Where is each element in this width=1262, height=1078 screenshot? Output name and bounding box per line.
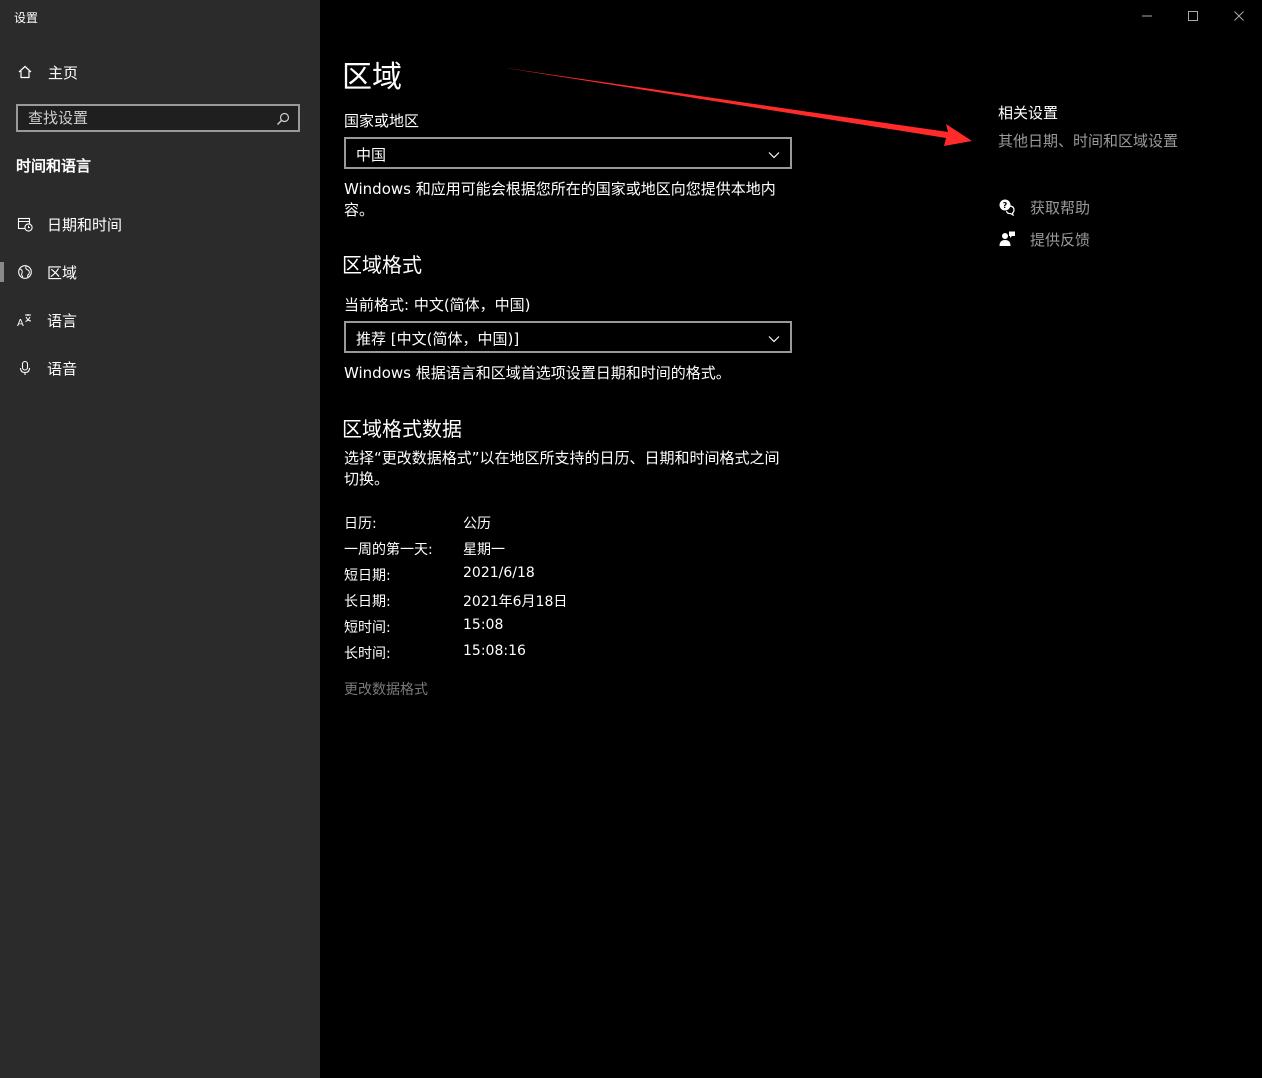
sidebar-item-label: 语音 [47, 359, 78, 378]
search-icon[interactable] [276, 111, 290, 125]
region-format-dropdown[interactable]: 推荐 [中文(简体，中国)] [344, 321, 792, 353]
search-box[interactable] [16, 104, 300, 132]
format-data-value: 2021年6月18日 [463, 594, 568, 610]
sidebar-item-label: 主页 [48, 63, 79, 82]
region-format-heading: 区域格式 [342, 253, 422, 277]
format-data-label: 长日期: [344, 594, 391, 610]
sidebar-item-home[interactable]: 主页 [0, 52, 320, 92]
current-format-label: 当前格式: 中文(简体，中国) [344, 296, 531, 314]
svg-text:A: A [17, 318, 24, 328]
main-content: 区域 国家或地区 中国 Windows 和应用可能会根据您所在的国家或地区向您提… [320, 0, 1262, 1078]
region-format-value: 推荐 [中文(简体，中国)] [356, 330, 520, 348]
format-data-value: 15:08 [463, 617, 504, 633]
region-format-description: Windows 根据语言和区域首选项设置日期和时间的格式。 [344, 364, 731, 382]
give-feedback-label: 提供反馈 [1030, 230, 1091, 249]
app-title: 设置 [14, 11, 39, 25]
home-icon [17, 64, 33, 80]
svg-text:?: ? [1003, 201, 1008, 210]
change-data-format-link[interactable]: 更改数据格式 [344, 679, 428, 699]
search-input[interactable] [18, 106, 288, 130]
additional-date-time-region-link[interactable]: 其他日期、时间和区域设置 [998, 130, 1178, 151]
format-data-value: 15:08:16 [463, 643, 526, 659]
format-data-heading: 区域格式数据 [342, 417, 462, 441]
format-data-label: 一周的第一天: [344, 542, 433, 558]
get-help-link[interactable]: ? 获取帮助 [998, 195, 1090, 219]
format-data-label: 日历: [344, 516, 377, 532]
language-icon: A [17, 312, 33, 328]
country-dropdown[interactable]: 中国 [344, 137, 792, 169]
country-value: 中国 [356, 146, 387, 164]
sidebar-item-date-time[interactable]: 日期和时间 [0, 204, 320, 244]
sidebar-item-label: 区域 [47, 263, 78, 282]
related-settings-title: 相关设置 [998, 104, 1059, 122]
format-data-label: 长时间: [344, 646, 391, 662]
feedback-icon [998, 230, 1016, 248]
globe-icon [17, 264, 33, 280]
sidebar-item-region[interactable]: 区域 [0, 252, 320, 292]
sidebar-item-language[interactable]: A 语言 [0, 300, 320, 340]
format-data-description: 选择“更改数据格式”以在地区所支持的日历、日期和时间格式之间切换。 [344, 449, 780, 488]
country-label: 国家或地区 [344, 112, 420, 130]
format-data-value: 2021/6/18 [463, 565, 535, 581]
give-feedback-link[interactable]: 提供反馈 [998, 227, 1090, 251]
country-description: Windows 和应用可能会根据您所在的国家或地区向您提供本地内容。 [344, 180, 776, 219]
help-chat-icon: ? [998, 198, 1016, 216]
sidebar-item-speech[interactable]: 语音 [0, 348, 320, 388]
chevron-down-icon [768, 147, 780, 159]
page-title: 区域 [342, 60, 402, 95]
microphone-icon [17, 360, 33, 376]
calendar-clock-icon [17, 216, 33, 232]
chevron-down-icon [768, 331, 780, 343]
sidebar-item-label: 日期和时间 [47, 215, 123, 234]
format-data-label: 短时间: [344, 620, 391, 636]
sidebar-item-label: 语言 [47, 311, 78, 330]
format-data-value: 星期一 [463, 542, 505, 558]
format-data-value: 公历 [463, 516, 491, 532]
get-help-label: 获取帮助 [1030, 198, 1091, 217]
sidebar: 设置 主页 时间和语言 日期和时间 区域 A 语言 语音 [0, 0, 320, 1078]
format-data-label: 短日期: [344, 568, 391, 584]
section-title: 时间和语言 [16, 157, 92, 175]
